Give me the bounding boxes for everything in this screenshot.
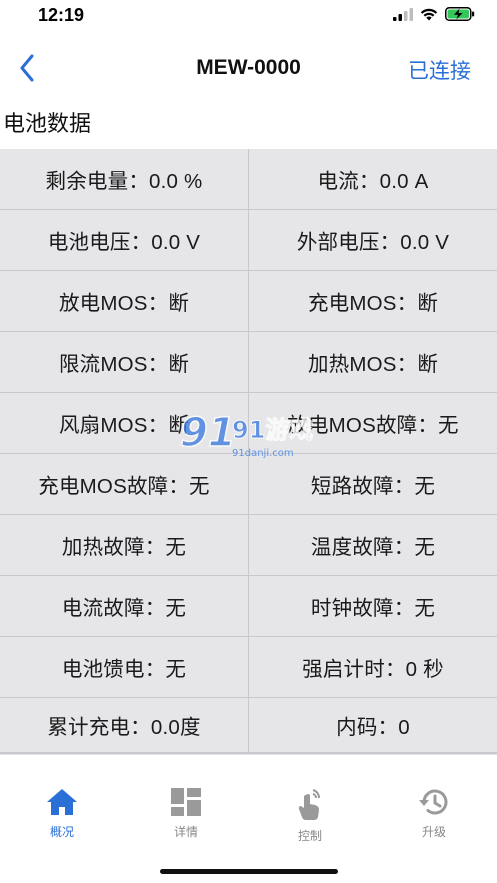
tab-bar: 概况 详情 控制 升级 [0, 754, 497, 883]
data-cell-remaining-capacity: 剩余电量：0.0 % [0, 149, 248, 209]
tab-upgrade[interactable]: 升级 [389, 787, 479, 840]
data-cell-fan-mos: 风扇MOS：断 [0, 393, 248, 453]
data-cell-battery-voltage: 电池电压：0.0 V [0, 210, 248, 270]
section-title: 电池数据 [3, 111, 92, 136]
data-cell-heating-mos: 加热MOS：断 [249, 332, 497, 392]
data-cell-cumulative-charge: 累计充电：0.0度 [0, 698, 248, 752]
data-cell-charge-mos-fault: 充电MOS故障：无 [0, 454, 248, 514]
data-cell-heating-fault: 加热故障：无 [0, 515, 248, 575]
battery-data-grid: 剩余电量：0.0 % 电流：0.0 A 电池电压：0.0 V 外部电压：0.0 … [0, 149, 497, 754]
home-indicator[interactable] [160, 869, 338, 874]
status-bar: 12:19 [0, 0, 497, 32]
home-icon [47, 789, 77, 815]
data-cell-current-limit-mos: 限流MOS：断 [0, 332, 248, 392]
tab-details[interactable]: 详情 [141, 787, 231, 840]
data-cell-charge-mos: 充电MOS：断 [249, 271, 497, 331]
signal-icon [393, 7, 413, 21]
history-icon [419, 789, 448, 815]
tab-label: 控制 [297, 829, 322, 843]
tab-label: 升级 [421, 825, 446, 839]
data-cell-current: 电流：0.0 A [249, 149, 497, 209]
wifi-icon [420, 8, 438, 20]
data-cell-current-fault: 电流故障：无 [0, 576, 248, 636]
grid-icon [171, 788, 201, 816]
touch-icon [298, 789, 320, 820]
tab-control[interactable]: 控制 [265, 787, 355, 844]
data-cell-clock-fault: 时钟故障：无 [249, 576, 497, 636]
data-cell-internal-code: 内码：0 [249, 698, 497, 752]
tab-overview[interactable]: 概况 [17, 787, 107, 840]
data-cell-battery-feed: 电池馈电：无 [0, 637, 248, 697]
nav-bar: MEW-0000 已连接 [0, 40, 497, 96]
data-cell-short-circuit-fault: 短路故障：无 [249, 454, 497, 514]
data-cell-temperature-fault: 温度故障：无 [249, 515, 497, 575]
data-cell-force-start-timer: 强启计时：0 秒 [249, 637, 497, 697]
data-cell-discharge-mos-fault: 放电MOS故障：无 [249, 393, 497, 453]
tab-label: 概况 [49, 825, 74, 839]
data-cell-external-voltage: 外部电压：0.0 V [249, 210, 497, 270]
status-time: 12:19 [38, 5, 85, 25]
connection-status-button[interactable]: 已连接 [408, 55, 471, 85]
status-icons [393, 7, 475, 21]
battery-charging-icon [445, 7, 475, 21]
data-cell-discharge-mos: 放电MOS：断 [0, 271, 248, 331]
tab-label: 详情 [173, 825, 198, 839]
